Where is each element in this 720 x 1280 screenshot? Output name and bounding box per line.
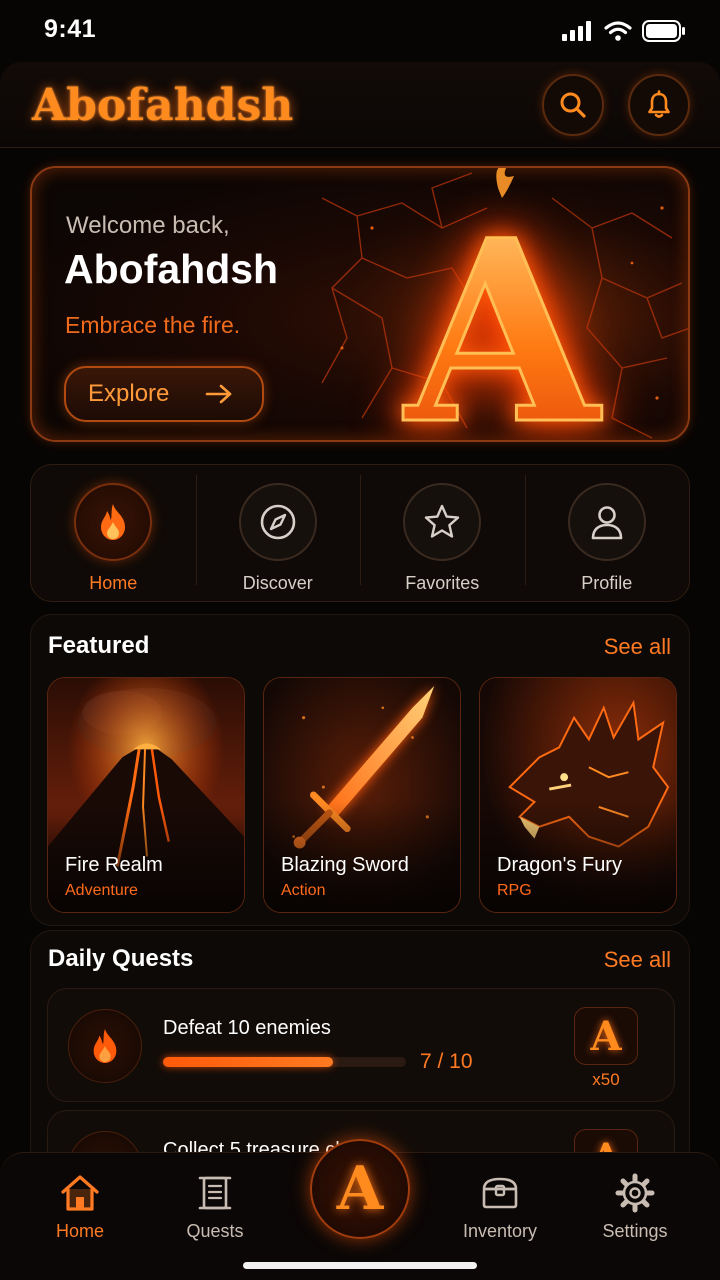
tab-label: Quests (186, 1221, 244, 1241)
quests-see-all-link[interactable]: See all (604, 947, 671, 973)
user-icon (591, 506, 623, 540)
tab-settings[interactable]: Settings (575, 1173, 695, 1242)
daily-quests-section: Daily Quests See all Defeat 10 enemies 7… (30, 930, 690, 1170)
reward-emblem: A (574, 1007, 638, 1065)
section-title: Daily Quests (48, 945, 194, 972)
scroll-icon (198, 1176, 232, 1210)
flame-icon (101, 504, 126, 540)
card-category: Action (281, 882, 326, 899)
arrow-right-icon (206, 384, 232, 404)
tab-home[interactable]: Home (20, 1173, 140, 1242)
quick-nav: Home Discover Favorites Profile (30, 464, 690, 602)
tab-label: Home (55, 1221, 104, 1241)
quest-progress-bar (163, 1057, 406, 1067)
nav-item-profile[interactable]: Profile (524, 465, 690, 601)
card-category: Adventure (65, 882, 138, 899)
bell-icon (648, 90, 670, 118)
card-title: Dragon's Fury (497, 854, 622, 876)
section-title: Featured (48, 632, 150, 659)
flame-icon (93, 1029, 117, 1063)
nav-label: Profile (581, 573, 633, 593)
tab-label: Settings (602, 1221, 668, 1241)
cellular-signal-icon (562, 21, 591, 41)
star-icon (425, 504, 460, 538)
status-time: 9:41 (44, 15, 97, 43)
featured-card-blazing-sword[interactable]: Blazing Sword Action (263, 677, 461, 913)
app-title: Abofahdsh (32, 80, 294, 131)
app-header: Abofahdsh (0, 62, 720, 148)
home-indicator[interactable] (243, 1262, 477, 1269)
search-button[interactable] (542, 74, 604, 136)
nav-label: Home (89, 573, 138, 593)
quest-progress-text: 7 / 10 (420, 1050, 473, 1073)
card-title: Blazing Sword (281, 854, 409, 876)
card-title: Fire Realm (65, 854, 163, 876)
gear-icon (615, 1173, 655, 1213)
notifications-button[interactable] (628, 74, 690, 136)
wifi-icon (604, 21, 632, 41)
quest-item[interactable]: Defeat 10 enemies 7 / 10 A x50 (47, 988, 675, 1102)
featured-card-dragons-fury[interactable]: Dragon's Fury RPG (479, 677, 677, 913)
bottom-tab-bar: Home Quests A Inventory Settings (0, 1139, 720, 1280)
tab-label: Inventory (462, 1221, 538, 1241)
reward-quantity: x50 (592, 1070, 620, 1089)
status-bar: 9:41 (0, 0, 720, 62)
card-category: RPG (497, 882, 532, 899)
nav-item-discover[interactable]: Discover (195, 465, 361, 601)
chest-icon (482, 1177, 518, 1209)
featured-see-all-link[interactable]: See all (604, 634, 671, 660)
featured-section: Featured See all Fire Realm Adventure Bl… (30, 614, 690, 926)
hero-banner: A Welcome back, Abofahdsh Embrace the fi… (30, 166, 690, 442)
search-icon (560, 92, 586, 118)
svg-text:A: A (403, 185, 602, 442)
hero-username: Abofahdsh (64, 246, 279, 292)
center-action-button[interactable]: A (310, 1139, 410, 1239)
nav-item-favorites[interactable]: Favorites (360, 465, 525, 601)
compass-icon (260, 504, 296, 540)
quest-progress-fill (163, 1057, 334, 1067)
explore-label: Explore (88, 380, 170, 407)
nav-label: Discover (242, 573, 313, 593)
explore-button[interactable]: Explore (64, 366, 264, 422)
hero-tagline: Embrace the fire. (65, 312, 241, 338)
featured-card-fire-realm[interactable]: Fire Realm Adventure (47, 677, 245, 913)
tab-quests[interactable]: Quests (155, 1173, 275, 1242)
tab-inventory[interactable]: Inventory (440, 1173, 560, 1242)
battery-icon (642, 20, 685, 42)
hero-welcome-text: Welcome back, (66, 212, 230, 239)
quest-title: Defeat 10 enemies (163, 1017, 331, 1039)
fire-emblem-art: A (302, 168, 688, 442)
nav-item-home[interactable]: Home (31, 465, 196, 601)
nav-label: Favorites (405, 573, 480, 593)
status-icons (562, 20, 686, 42)
home-icon (61, 1175, 99, 1211)
